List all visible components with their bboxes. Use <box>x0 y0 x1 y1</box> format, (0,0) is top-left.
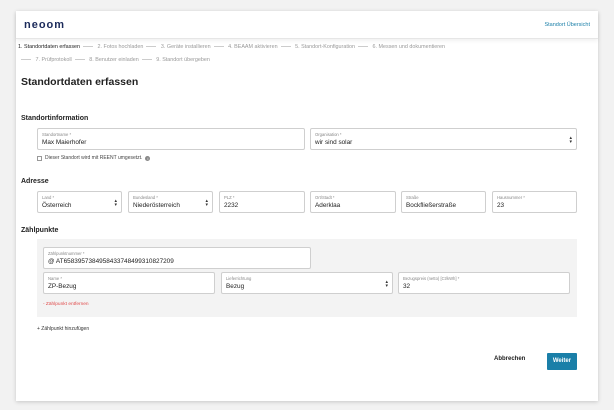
land-label: Land * <box>42 195 55 200</box>
hausnummer-field[interactable]: Hausnummer * 23 <box>492 191 577 213</box>
section-standortinformation: Standortinformation <box>21 115 89 122</box>
zp-name-value: ZP-Bezug <box>48 283 77 290</box>
lieferrichtung-label: Lieferrichtung <box>226 276 252 281</box>
zaehlpunktnummer-label: Zählpunktnummer * <box>48 251 85 256</box>
land-value: Österreich <box>42 202 72 209</box>
strasse-label: Straße <box>406 195 419 200</box>
stepper: 1. Standortdaten erfassen 2. Fotos hochl… <box>18 41 538 66</box>
bundesland-value: Niederösterreich <box>133 202 180 209</box>
step-1[interactable]: 1. Standortdaten erfassen <box>18 44 80 50</box>
step-2[interactable]: 2. Fotos hochladen <box>98 44 144 50</box>
top-bar: neoom Standort Übersicht <box>16 11 598 39</box>
step-5[interactable]: 5. Standort-Konfiguration <box>295 44 355 50</box>
section-zaehlpunkte: Zählpunkte <box>21 227 59 234</box>
add-zaehlpunkt-link[interactable]: + Zählpunkt hinzufügen <box>37 326 89 332</box>
strasse-field[interactable]: Straße Bockfließerstraße <box>401 191 486 213</box>
next-button[interactable]: Weiter <box>547 353 577 370</box>
ort-label: Ort/Stadt * <box>315 195 335 200</box>
sort-arrows-icon: ▴ ▾ <box>114 198 117 208</box>
reent-checkbox-label: Dieser Standort wird mit REENT umgesetzt… <box>45 155 143 161</box>
bezugspreis-value: 32 <box>403 283 411 290</box>
step-4[interactable]: 4. BEAAM aktivieren <box>228 44 277 50</box>
organisation-value: wir sind solar <box>315 139 353 146</box>
lieferrichtung-select[interactable]: Lieferrichtung Bezug ▴ ▾ <box>221 272 393 294</box>
lieferrichtung-value: Bezug <box>226 283 245 290</box>
sort-arrows-icon: ▴ ▾ <box>385 279 388 289</box>
sort-arrows-icon: ▴ ▾ <box>205 198 208 208</box>
section-adresse: Adresse <box>21 178 49 185</box>
logo: neoom <box>24 18 66 31</box>
sort-arrows-icon: ▴ ▾ <box>569 135 572 145</box>
zp-name-field[interactable]: Name * ZP-Bezug <box>43 272 215 294</box>
bezugspreis-field[interactable]: Bezugspreis (netto) [Ct/kWh] * 32 <box>398 272 570 294</box>
zaehlpunktnummer-value: @ AT6583957384958433748499310827209 <box>48 258 174 265</box>
hausnummer-value: 23 <box>497 202 505 209</box>
reent-checkbox[interactable] <box>37 155 42 161</box>
cancel-button[interactable]: Abbrechen <box>494 356 525 362</box>
ort-value: Aderklaa <box>315 202 341 209</box>
step-7[interactable]: 7. Prüfprotokoll <box>36 57 72 63</box>
organisation-label: Organisation * <box>315 132 342 137</box>
strasse-value: Bockfließerstraße <box>406 202 457 209</box>
plz-value: 2232 <box>224 202 239 209</box>
bundesland-label: Bundesland * <box>133 195 158 200</box>
hausnummer-label: Hausnummer * <box>497 195 525 200</box>
reent-checkbox-row[interactable]: Dieser Standort wird mit REENT umgesetzt… <box>37 155 151 161</box>
step-3[interactable]: 3. Geräte installieren <box>161 44 211 50</box>
standortname-label: Standortname * <box>42 132 72 137</box>
step-6[interactable]: 6. Messen und dokumentieren <box>373 44 446 50</box>
remove-zaehlpunkt-link[interactable]: - Zählpunkt entfernen <box>43 302 89 307</box>
plz-label: PLZ * <box>224 195 235 200</box>
zaehlpunktnummer-field[interactable]: Zählpunktnummer * @ AT658395738495843374… <box>43 247 311 269</box>
ort-field[interactable]: Ort/Stadt * Aderklaa <box>310 191 396 213</box>
bundesland-select[interactable]: Bundesland * Niederösterreich ▴ ▾ <box>128 191 213 213</box>
land-select[interactable]: Land * Österreich ▴ ▾ <box>37 191 122 213</box>
standortname-value: Max Maierhofer <box>42 139 87 146</box>
organisation-select[interactable]: Organisation * wir sind solar ▴ ▾ <box>310 128 577 150</box>
plz-field[interactable]: PLZ * 2232 <box>219 191 305 213</box>
step-8[interactable]: 8. Benutzer einladen <box>89 57 138 63</box>
page-title: Standortdaten erfassen <box>21 76 139 88</box>
zp-name-label: Name * <box>48 276 62 281</box>
standort-overview-link[interactable]: Standort Übersicht <box>544 22 590 28</box>
bezugspreis-label: Bezugspreis (netto) [Ct/kWh] * <box>403 276 460 281</box>
step-9[interactable]: 9. Standort übergeben <box>156 57 210 63</box>
info-icon[interactable]: i <box>145 155 151 161</box>
standortname-field[interactable]: Standortname * Max Maierhofer <box>37 128 305 150</box>
